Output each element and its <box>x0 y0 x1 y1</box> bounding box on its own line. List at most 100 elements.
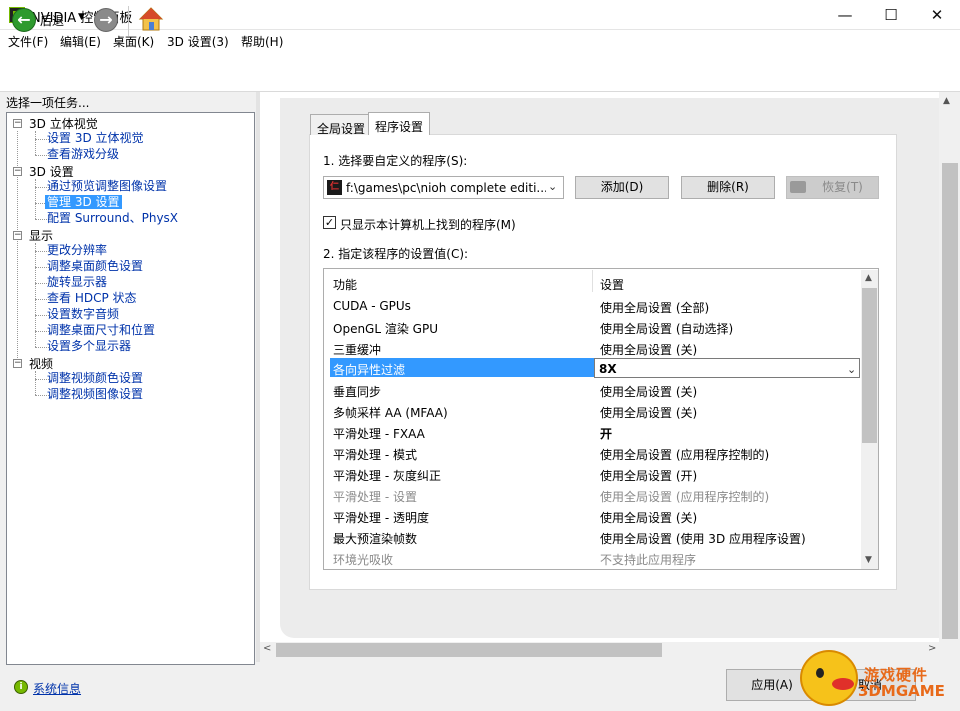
tree-item-desktop-size[interactable]: 调整桌面尺寸和位置 <box>47 323 155 337</box>
table-row[interactable]: 平滑处理 - FXAA 开 <box>324 421 861 442</box>
menu-file[interactable]: 文件(F) <box>8 33 48 50</box>
menu-help[interactable]: 帮助(H) <box>241 33 283 50</box>
task-tree: − 3D 立体视觉 设置 3D 立体视觉 查看游戏分级 − 3D 设置 通过预览… <box>6 112 255 665</box>
tree-item-hdcp[interactable]: 查看 HDCP 状态 <box>47 291 137 305</box>
only-local-programs-checkbox[interactable]: ✓ <box>323 216 336 229</box>
collapse-toggle-icon[interactable]: − <box>13 119 22 128</box>
scroll-left-arrow-icon[interactable]: < <box>263 643 271 654</box>
feature-cell: CUDA - GPUs <box>333 299 411 313</box>
select-program-label: 1. 选择要自定义的程序(S): <box>323 154 468 168</box>
table-row[interactable]: 平滑处理 - 模式 使用全局设置 (应用程序控制的) <box>324 442 861 463</box>
watermark-text-en: 3DMGAME <box>858 682 945 700</box>
tree-connector <box>35 131 36 155</box>
table-row-selected[interactable]: 各向异性过滤 8X <box>324 358 861 379</box>
delete-program-button[interactable]: 删除(R) <box>681 176 775 199</box>
tree-item-multi-display[interactable]: 设置多个显示器 <box>47 339 131 353</box>
tree-item-video-color[interactable]: 调整视频颜色设置 <box>47 371 143 385</box>
table-row[interactable]: 垂直同步 使用全局设置 (关) <box>324 379 861 400</box>
scroll-up-arrow-icon[interactable]: ▲ <box>865 273 872 283</box>
collapse-toggle-icon[interactable]: − <box>13 167 22 176</box>
table-row[interactable]: 多帧采样 AA (MFAA) 使用全局设置 (关) <box>324 400 861 421</box>
tree-item-surround-physx[interactable]: 配置 Surround、PhysX <box>47 211 178 225</box>
tree-item-resolution[interactable]: 更改分辨率 <box>47 243 107 257</box>
close-button[interactable]: ✕ <box>914 0 960 30</box>
scroll-up-arrow-icon[interactable]: ▲ <box>943 96 950 106</box>
tree-connector <box>35 179 36 219</box>
setting-cell: 使用全局设置 (关) <box>600 511 698 525</box>
table-row[interactable]: 平滑处理 - 灰度纠正 使用全局设置 (开) <box>324 463 861 484</box>
chevron-down-icon[interactable]: ⌄ <box>847 363 856 376</box>
table-row[interactable]: 平滑处理 - 透明度 使用全局设置 (关) <box>324 505 861 526</box>
tree-item-digital-audio[interactable]: 设置数字音频 <box>47 307 119 321</box>
scroll-right-arrow-icon[interactable]: > <box>928 643 936 654</box>
setting-cell: 使用全局设置 (关) <box>600 343 698 357</box>
table-row[interactable]: OpenGL 渲染 GPU 使用全局设置 (自动选择) <box>324 316 861 337</box>
setting-cell: 使用全局设置 (应用程序控制的) <box>600 448 770 462</box>
tree-item-game-ratings[interactable]: 查看游戏分级 <box>47 147 119 161</box>
table-row[interactable]: 三重缓冲 使用全局设置 (关) <box>324 337 861 358</box>
toolbar <box>0 52 960 92</box>
content-vertical-scroll-thumb[interactable] <box>942 163 958 639</box>
setting-cell: 开 <box>600 427 613 441</box>
maximize-button[interactable]: ☐ <box>868 0 914 30</box>
minimize-button[interactable]: — <box>822 0 868 30</box>
feature-cell: 平滑处理 - 灰度纠正 <box>333 469 441 483</box>
back-arrow-icon[interactable]: ← <box>12 8 36 32</box>
feature-cell: 平滑处理 - 设置 <box>333 490 417 504</box>
feature-cell: 平滑处理 - 透明度 <box>333 511 429 525</box>
table-row[interactable]: CUDA - GPUs 使用全局设置 (全部) <box>324 295 861 316</box>
tree-category-stereo[interactable]: 3D 立体视觉 <box>29 117 98 131</box>
setting-value-dropdown[interactable]: 8X <box>594 358 860 378</box>
settings-list-scroll-thumb[interactable] <box>862 288 877 443</box>
column-header-setting[interactable]: 设置 <box>600 276 624 293</box>
tree-item-video-image[interactable]: 调整视频图像设置 <box>47 387 143 401</box>
collapse-toggle-icon[interactable]: − <box>13 231 22 240</box>
table-row[interactable]: 最大预渲染帧数 使用全局设置 (使用 3D 应用程序设置) <box>324 526 861 547</box>
chevron-down-icon[interactable]: ⌄ <box>548 180 557 193</box>
program-dropdown-value: f:\games\pc\nioh complete editi... <box>346 181 546 195</box>
feature-cell: 最大预渲染帧数 <box>333 532 418 546</box>
only-local-programs-label[interactable]: 只显示本计算机上找到的程序(M) <box>340 216 516 233</box>
back-button-label[interactable]: 后退 <box>40 12 64 29</box>
system-info-icon[interactable]: i <box>14 680 28 694</box>
table-row-disabled: 平滑处理 - 设置 使用全局设置 (应用程序控制的) <box>324 484 861 505</box>
setting-cell: 使用全局设置 (自动选择) <box>600 322 734 336</box>
tree-item-preview-image[interactable]: 通过预览调整图像设置 <box>47 179 167 193</box>
column-separator[interactable] <box>592 270 593 292</box>
back-history-dropdown-icon[interactable]: ▼ <box>78 12 85 22</box>
tree-item-desktop-color[interactable]: 调整桌面颜色设置 <box>47 259 143 273</box>
tree-item-manage-3d[interactable]: 管理 3D 设置 <box>45 195 122 209</box>
menu-desktop[interactable]: 桌面(K) <box>113 33 154 50</box>
tree-connector <box>35 371 36 395</box>
forward-arrow-icon[interactable]: → <box>94 8 118 32</box>
program-game-icon: 仁 <box>327 180 342 195</box>
tab-global-settings[interactable]: 全局设置 <box>310 114 373 136</box>
tab-program-settings[interactable]: 程序设置 <box>368 112 431 135</box>
tree-category-display[interactable]: 显示 <box>29 229 53 243</box>
content-horizontal-scroll-thumb[interactable] <box>276 643 662 657</box>
system-info-link[interactable]: 系统信息 <box>33 680 81 697</box>
menu-edit[interactable]: 编辑(E) <box>60 33 101 50</box>
collapse-toggle-icon[interactable]: − <box>13 359 22 368</box>
watermark-mascot-logo <box>800 650 858 706</box>
restore-button-label: 恢复(T) <box>822 180 863 194</box>
setting-cell: 使用全局设置 (全部) <box>600 301 710 315</box>
feature-cell: 垂直同步 <box>333 385 382 399</box>
column-header-feature[interactable]: 功能 <box>333 276 357 293</box>
home-icon[interactable] <box>138 6 164 32</box>
feature-cell: 平滑处理 - FXAA <box>333 427 425 441</box>
scroll-down-arrow-icon[interactable]: ▼ <box>865 555 872 565</box>
toolbar-separator <box>128 6 129 36</box>
tree-item-rotate-display[interactable]: 旋转显示器 <box>47 275 107 289</box>
feature-cell: 各向异性过滤 <box>330 358 594 377</box>
feature-cell: OpenGL 渲染 GPU <box>333 322 438 336</box>
add-program-button[interactable]: 添加(D) <box>575 176 669 199</box>
tree-category-video[interactable]: 视频 <box>29 357 53 371</box>
menu-bar: 文件(F) 编辑(E) 桌面(K) 3D 设置(3) 帮助(H) <box>0 30 960 52</box>
table-row-disabled: 环境光吸收 不支持此应用程序 <box>324 547 861 568</box>
feature-cell: 多帧采样 AA (MFAA) <box>333 406 448 420</box>
setting-cell: 不支持此应用程序 <box>600 553 697 567</box>
tree-category-3d-settings[interactable]: 3D 设置 <box>29 165 74 179</box>
menu-3d-settings[interactable]: 3D 设置(3) <box>167 33 229 50</box>
tree-item-setup-stereo[interactable]: 设置 3D 立体视觉 <box>47 131 144 145</box>
